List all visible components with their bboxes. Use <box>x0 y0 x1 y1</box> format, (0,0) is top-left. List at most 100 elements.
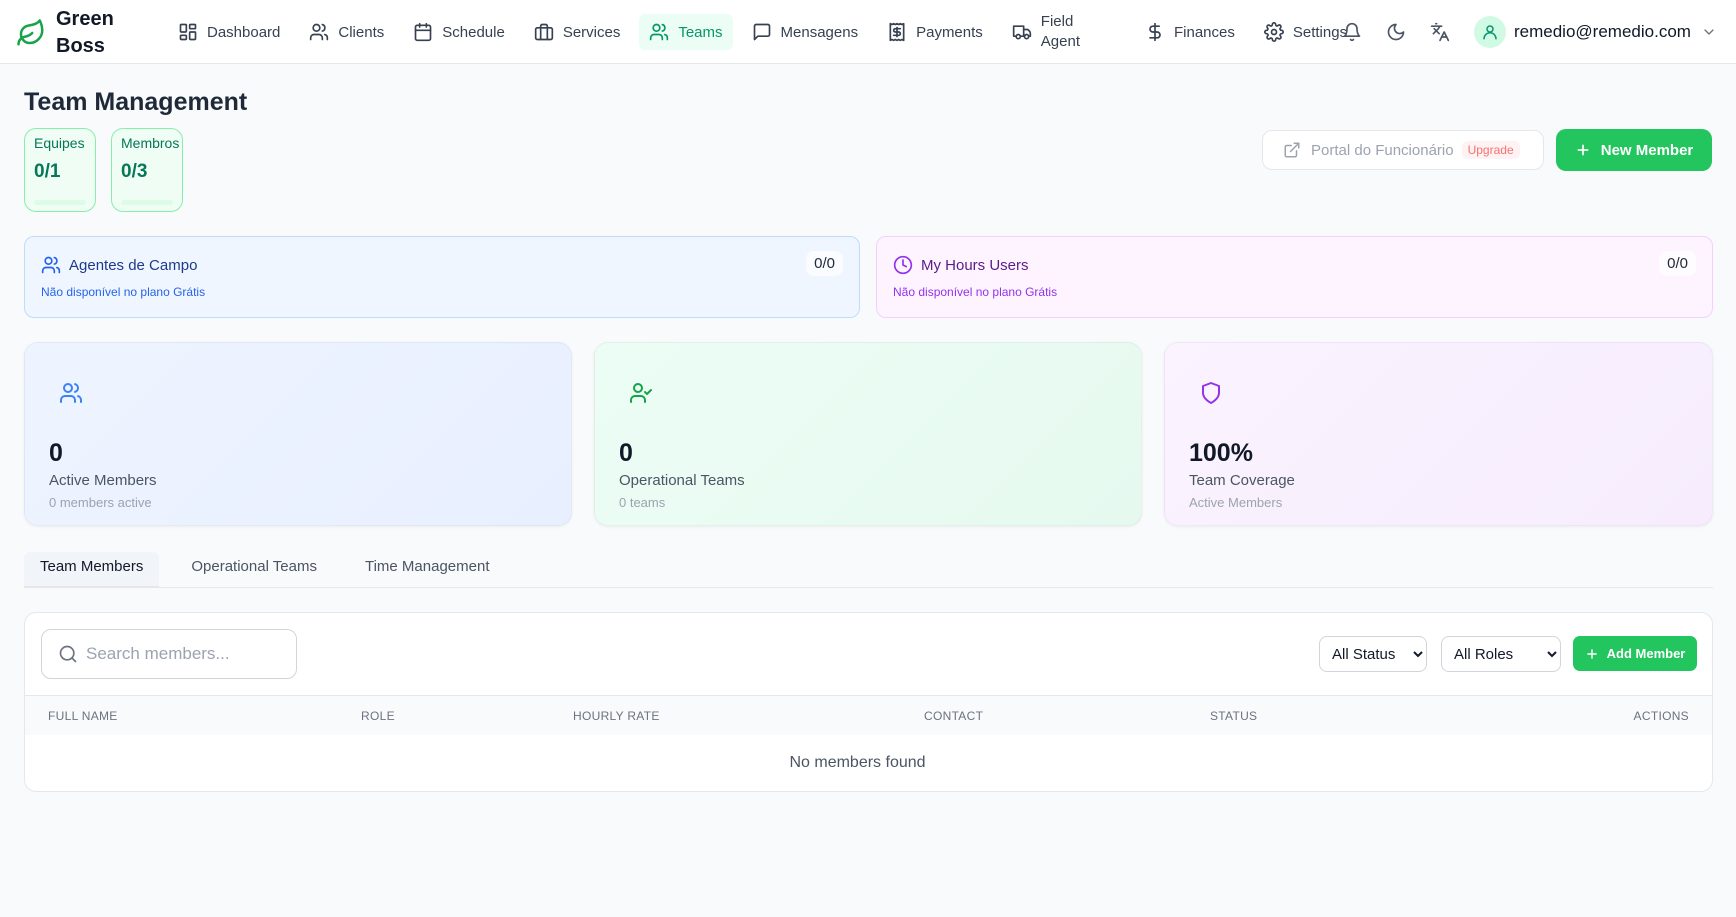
user-menu[interactable]: remedio@remedio.com <box>1474 16 1717 48</box>
user-icon <box>1483 25 1497 40</box>
quota-membros: Membros 0/3 <box>111 128 183 212</box>
nav-item-payments[interactable]: Payments <box>877 14 993 50</box>
plus-icon <box>1577 144 1589 156</box>
nav-tools: remedio@remedio.com <box>1334 14 1717 50</box>
empty-message: No members found <box>789 754 926 771</box>
nav-item-field-agent[interactable]: Field Agent <box>1002 12 1090 52</box>
nav-item-mensagens[interactable]: Mensagens <box>742 14 869 50</box>
receipt-icon <box>889 22 905 42</box>
nav-label: Schedule <box>442 23 505 41</box>
stat-value: 100% <box>1189 439 1253 467</box>
quota-label: Membros <box>121 135 180 151</box>
plan-card-title: My Hours Users <box>921 256 1029 274</box>
dollar-icon <box>1149 22 1161 42</box>
quota-value: 0/1 <box>34 161 61 182</box>
column-header-full-name: Full Name <box>48 709 118 723</box>
bell-icon <box>1343 22 1361 42</box>
plan-card-count: 0/0 <box>1659 251 1696 276</box>
page-title: Team Management <box>24 88 248 116</box>
tab-time-management[interactable]: Time Management <box>349 552 506 588</box>
search-box[interactable] <box>41 629 297 679</box>
roles-filter-select[interactable]: All Roles <box>1441 636 1561 672</box>
user-check-icon <box>630 383 652 403</box>
nav-label: Finances <box>1174 23 1235 41</box>
stat-label: Active Members <box>49 472 157 489</box>
status-filter-select[interactable]: All Status <box>1319 636 1427 672</box>
users-icon <box>310 23 329 41</box>
stat-label: Team Coverage <box>1189 472 1295 489</box>
briefcase-icon <box>534 23 553 41</box>
moon-icon <box>1387 23 1405 41</box>
plan-card-count: 0/0 <box>806 251 843 276</box>
column-header-actions: Actions <box>1633 709 1689 723</box>
users-icon <box>650 23 669 41</box>
field-agents-card: Agentes de Campo 0/0 Não disponível no p… <box>24 236 860 318</box>
column-header-contact: Contact <box>924 709 984 723</box>
stat-subtext: 0 members active <box>49 495 152 510</box>
top-navigation: Green Boss Dashboard Clients Schedule Se… <box>0 0 1736 64</box>
calendar-icon <box>414 22 432 42</box>
nav-label: Field Agent <box>1041 12 1080 52</box>
stat-icon <box>49 371 93 415</box>
search-icon <box>59 645 77 663</box>
quota-progress-bar <box>121 200 173 205</box>
nav-item-finances[interactable]: Finances <box>1135 14 1245 50</box>
plus-icon <box>1586 648 1597 659</box>
quota-value: 0/3 <box>121 161 148 182</box>
stat-operational-teams: 0 Operational Teams 0 teams <box>594 342 1142 526</box>
stat-icon <box>619 371 663 415</box>
translate-icon <box>1430 22 1450 42</box>
theme-toggle-button[interactable] <box>1378 14 1414 50</box>
stat-team-coverage: 100% Team Coverage Active Members <box>1164 342 1713 526</box>
stat-icon <box>1189 371 1233 415</box>
plan-card-subtitle: Não disponível no plano Grátis <box>893 285 1058 299</box>
nav-item-services[interactable]: Services <box>524 14 631 50</box>
stat-value: 0 <box>619 439 633 467</box>
tab-bar: Team Members Operational Teams Time Mana… <box>24 552 1713 588</box>
nav-item-teams[interactable]: Teams <box>639 14 733 50</box>
chevron-down-icon <box>1704 29 1714 35</box>
quota-label: Equipes <box>34 135 85 151</box>
new-member-button[interactable]: New Member <box>1556 129 1712 171</box>
nav-label: Mensagens <box>780 23 859 41</box>
nav-label-line-1: Field <box>1040 13 1074 30</box>
brand[interactable]: Green Boss <box>16 6 126 60</box>
user-email: remedio@remedio.com <box>1514 22 1691 41</box>
leaf-icon <box>17 19 44 46</box>
nav-items: Dashboard Clients Schedule Services Team… <box>168 12 1366 52</box>
users-icon <box>41 256 61 274</box>
message-icon <box>753 23 770 41</box>
dashboard-icon <box>179 23 197 41</box>
stat-subtext: 0 teams <box>619 495 666 510</box>
tab-team-members[interactable]: Team Members <box>24 552 160 588</box>
users-icon <box>60 383 82 403</box>
upgrade-badge: Upgrade <box>1461 141 1520 159</box>
nav-label: Teams <box>678 23 723 41</box>
avatar <box>1474 16 1506 48</box>
table-empty-row: No members found <box>25 735 1712 791</box>
brand-line-1: Green <box>56 8 114 30</box>
truck-icon <box>1012 25 1031 40</box>
nav-label: Payments <box>916 23 983 41</box>
employee-portal-button[interactable]: Portal do Funcionário Upgrade <box>1262 130 1544 170</box>
language-button[interactable] <box>1422 14 1458 50</box>
gear-icon <box>1263 22 1284 42</box>
column-header-status: Status <box>1210 709 1258 723</box>
nav-item-dashboard[interactable]: Dashboard <box>168 14 290 50</box>
add-member-label: Add Member <box>1606 646 1686 661</box>
stat-active-members: 0 Active Members 0 members active <box>24 342 572 526</box>
tab-operational-teams[interactable]: Operational Teams <box>175 552 333 588</box>
plan-card-title: Agentes de Campo <box>69 256 198 274</box>
stat-subtext: Active Members <box>1189 495 1283 510</box>
column-header-hourly-rate: Hourly Rate <box>573 709 660 723</box>
clock-icon <box>893 255 913 275</box>
plan-card-subtitle: Não disponível no plano Grátis <box>41 285 206 299</box>
notifications-button[interactable] <box>1334 14 1370 50</box>
quota-progress-bar <box>34 200 86 205</box>
portal-button-label: Portal do Funcionário <box>1311 141 1454 159</box>
nav-label-line-2: Agent <box>1040 33 1080 50</box>
nav-item-clients[interactable]: Clients <box>299 14 394 50</box>
nav-item-schedule[interactable]: Schedule <box>403 14 515 50</box>
search-input[interactable] <box>86 644 286 664</box>
add-member-button[interactable]: Add Member <box>1573 636 1697 671</box>
